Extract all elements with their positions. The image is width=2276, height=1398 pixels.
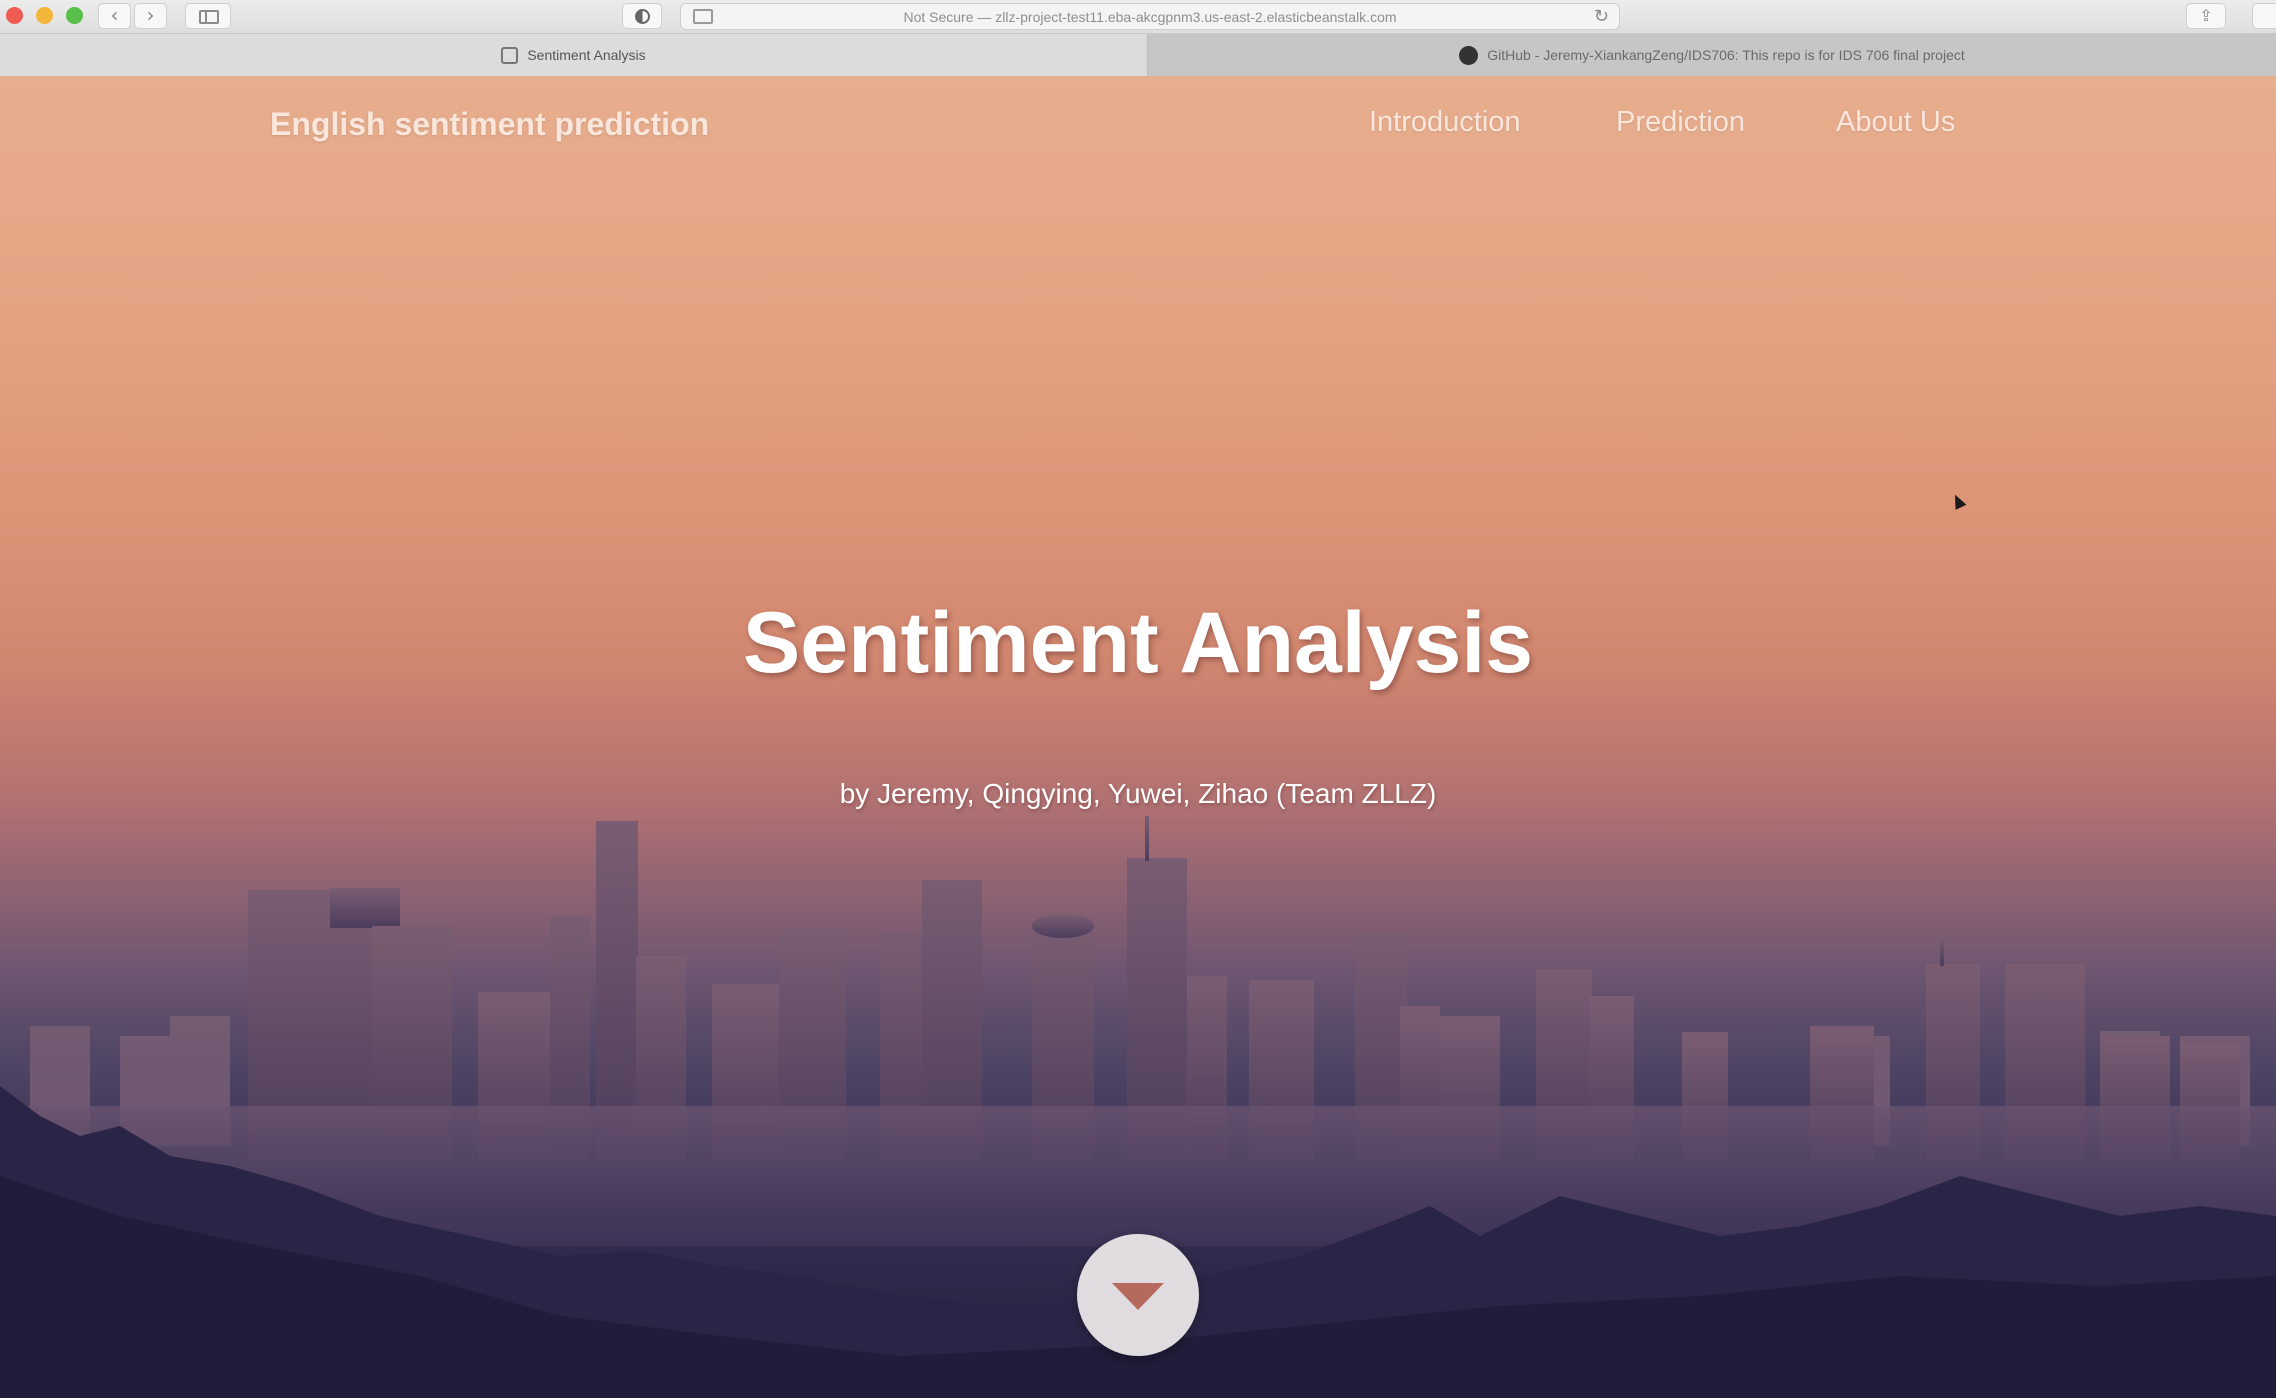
minimize-window-button[interactable] xyxy=(36,7,53,24)
site-nav: Introduction Prediction About Us xyxy=(0,106,2276,146)
github-icon xyxy=(1459,45,1479,65)
close-window-button[interactable] xyxy=(6,7,23,24)
zoom-window-button[interactable] xyxy=(66,7,83,24)
document-icon xyxy=(501,46,519,64)
tab-label: GitHub - Jeremy-XiankangZeng/IDS706: Thi… xyxy=(1487,47,1965,63)
share-icon: ⇪ xyxy=(2199,6,2213,25)
contrast-icon xyxy=(635,9,650,24)
address-bar[interactable]: Not Secure — zllz-project-test11.eba-akc… xyxy=(680,3,1620,30)
sidebar-icon xyxy=(199,10,219,24)
sidebar-toggle-button[interactable] xyxy=(185,3,231,29)
address-text: Not Secure — zllz-project-test11.eba-akc… xyxy=(903,9,1397,25)
tab-bar: Sentiment Analysis GitHub - Jeremy-Xiank… xyxy=(0,34,2276,76)
nav-prediction[interactable]: Prediction xyxy=(1616,106,1745,139)
share-button[interactable]: ⇪ xyxy=(2186,3,2226,29)
page-subtitle: by Jeremy, Qingying, Yuwei, Zihao (Team … xyxy=(839,778,1437,809)
appearance-button[interactable] xyxy=(622,3,662,29)
chevron-right-icon: › xyxy=(146,3,155,27)
tab-label: Sentiment Analysis xyxy=(527,47,646,63)
tab-sentiment-analysis[interactable]: Sentiment Analysis xyxy=(0,34,1148,76)
tab-github[interactable]: GitHub - Jeremy-XiankangZeng/IDS706: Thi… xyxy=(1148,34,2276,76)
nav-about-us[interactable]: About Us xyxy=(1836,106,1955,139)
reload-icon[interactable]: ↻ xyxy=(1594,6,1609,27)
caret-down-icon xyxy=(1112,1283,1164,1310)
chevron-left-icon: ‹ xyxy=(110,3,119,27)
city-skyline-image xyxy=(0,816,2276,1398)
forward-button[interactable]: › xyxy=(134,3,167,29)
scroll-down-button[interactable] xyxy=(1077,1234,1199,1356)
tabs-overview-button[interactable] xyxy=(2252,3,2276,29)
hero-section: English sentiment prediction Introductio… xyxy=(0,76,2276,1398)
page-title: Sentiment Analysis xyxy=(742,595,1534,691)
browser-toolbar: ‹ › Not Secure — zllz-project-test11.eba… xyxy=(0,0,2276,34)
back-button[interactable]: ‹ xyxy=(98,3,131,29)
nav-introduction[interactable]: Introduction xyxy=(1369,106,1521,139)
